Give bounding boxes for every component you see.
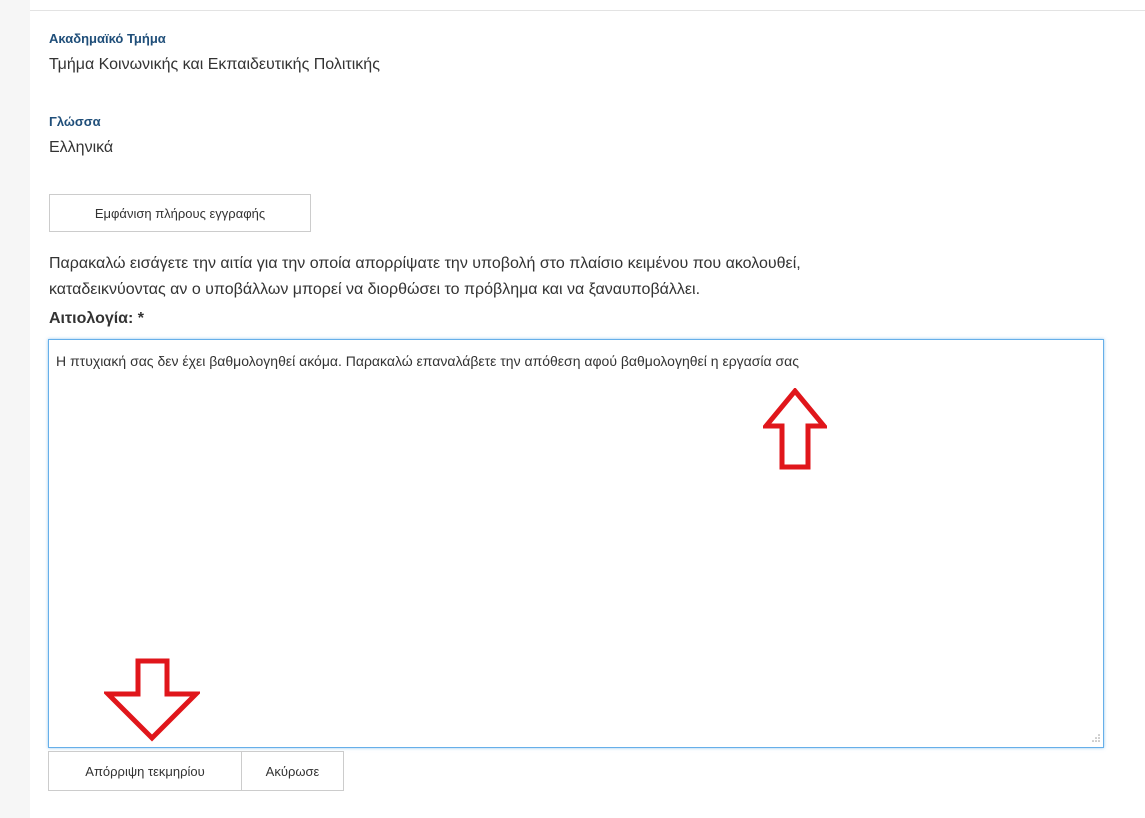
reason-textarea[interactable]: Η πτυχιακή σας δεν έχει βαθμολογηθεί ακό… (48, 339, 1104, 748)
instructions-line-1: Παρακαλώ εισάγετε την αιτία για την οποί… (49, 255, 801, 272)
show-full-record-button[interactable]: Εμφάνιση πλήρους εγγραφής (49, 194, 311, 232)
department-value: Τμήμα Κοινωνικής και Εκπαιδευτικής Πολιτ… (49, 56, 380, 73)
department-label: Ακαδημαϊκό Τμήμα (49, 31, 166, 46)
rejection-instructions: Παρακαλώ εισάγετε την αιτία για την οποί… (49, 251, 1049, 303)
rejection-page: Ακαδημαϊκό Τμήμα Τμήμα Κοινωνικής και Εκ… (0, 0, 1145, 818)
language-label: Γλώσσα (49, 114, 101, 129)
instructions-line-2: καταδεικνύοντας αν ο υποβάλλων μπορεί να… (49, 281, 701, 298)
left-gutter (0, 0, 30, 818)
arrow-down-icon (104, 658, 200, 742)
reason-label: Αιτιολογία: * (49, 310, 145, 327)
reject-item-button[interactable]: Απόρριψη τεκμηρίου (48, 751, 242, 791)
arrow-up-icon (763, 388, 827, 470)
language-value: Ελληνικά (49, 139, 114, 156)
resize-grip-icon[interactable] (1091, 733, 1101, 743)
cancel-button[interactable]: Ακύρωσε (241, 751, 344, 791)
top-divider (30, 10, 1145, 11)
